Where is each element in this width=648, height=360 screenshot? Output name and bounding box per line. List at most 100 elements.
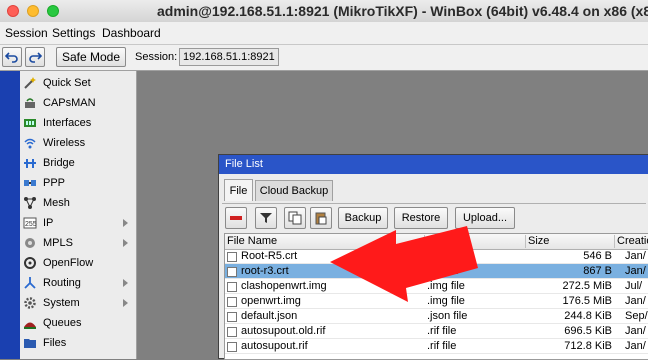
- sidebar-item-routing[interactable]: Routing: [20, 273, 136, 293]
- table-row[interactable]: autosupout.old.rif .rif file 696.5 KiB Jan/: [225, 324, 648, 339]
- redo-button[interactable]: [25, 47, 45, 67]
- cell-size: 712.8 KiB: [564, 340, 612, 352]
- file-list-toolbar: Backup Restore Upload...: [222, 203, 646, 232]
- sidebar-item-system[interactable]: System: [20, 293, 136, 313]
- session-field: 192.168.51.1:8921: [179, 48, 279, 66]
- table-row[interactable]: openwrt.img .img file 176.5 MiB Jan/: [225, 294, 648, 309]
- menu-bar: Session Settings Dashboard: [0, 22, 648, 45]
- sidebar-item-ip[interactable]: 255 IP: [20, 213, 136, 233]
- cell-file-name: autosupout.old.rif: [225, 325, 425, 338]
- minimize-window-button[interactable]: [27, 5, 39, 17]
- sidebar-item-wireless[interactable]: Wireless: [20, 133, 136, 153]
- sidebar-item-label: OpenFlow: [43, 257, 94, 269]
- cell-file-name: openwrt.img: [225, 295, 425, 308]
- sidebar-item-bridge[interactable]: Bridge: [20, 153, 136, 173]
- sidebar-item-label: System: [43, 297, 80, 309]
- sidebar-item-mesh[interactable]: Mesh: [20, 193, 136, 213]
- file-name-text: autosupout.rif: [241, 340, 308, 352]
- column-creation-time[interactable]: Creatio: [615, 235, 648, 248]
- menu-session[interactable]: Session: [5, 26, 48, 40]
- table-row[interactable]: default.json .json file 244.8 KiB Sep/: [225, 309, 648, 324]
- window-titlebar: admin@192.168.51.1:8921 (MikroTikXF) - W…: [0, 0, 648, 23]
- redo-icon: [29, 52, 42, 63]
- upload-button[interactable]: Upload...: [455, 207, 515, 229]
- cell-creation-time: Jul/: [625, 280, 643, 292]
- sidebar-menu: Quick Set CAPsMAN Interfaces Wireless Br…: [20, 71, 137, 359]
- sidebar-item-quick-set[interactable]: Quick Set: [20, 73, 136, 93]
- column-size[interactable]: Size: [526, 235, 615, 248]
- cell-type: .rif file: [427, 340, 457, 352]
- sidebar-item-label: Files: [43, 337, 67, 349]
- cell-file-name: default.json: [225, 310, 425, 323]
- cell-file-name: root-r3.crt: [225, 265, 425, 278]
- sidebar-item-queues[interactable]: Queues: [20, 313, 136, 333]
- file-icon: [227, 297, 237, 307]
- cell-size: 867 B: [583, 265, 612, 277]
- sidebar-item-label: Mesh: [43, 197, 70, 209]
- column-file-name[interactable]: File Name: [225, 235, 425, 248]
- queues-icon: [24, 322, 36, 329]
- sidebar-item-interfaces[interactable]: Interfaces: [20, 113, 136, 133]
- openflow-icon: [24, 257, 36, 269]
- cell-creation-time: Sep/: [625, 310, 648, 322]
- cell-type: .img file: [427, 280, 465, 292]
- table-row[interactable]: root-r3.crt .crt file 867 B Jan/: [225, 264, 648, 279]
- tab-file[interactable]: File: [224, 179, 253, 201]
- file-name-text: clashopenwrt.img: [241, 280, 327, 292]
- safe-mode-button[interactable]: Safe Mode: [56, 47, 126, 67]
- table-row[interactable]: autosupout.rif .rif file 712.8 KiB Jan/: [225, 339, 648, 354]
- sidebar-item-label: CAPsMAN: [43, 97, 96, 109]
- sidebar-item-label: Quick Set: [43, 77, 91, 89]
- file-name-text: autosupout.old.rif: [241, 325, 326, 337]
- table-header: File Name Type Size Creatio: [225, 234, 648, 250]
- submenu-arrow-icon: [123, 239, 128, 247]
- close-window-button[interactable]: [7, 5, 19, 17]
- paste-button[interactable]: [310, 207, 332, 229]
- file-table: File Name Type Size Creatio Root-R5.crt.…: [224, 233, 648, 360]
- remove-button[interactable]: [225, 207, 247, 229]
- sidebar-item-ppp[interactable]: PPP: [20, 173, 136, 193]
- file-name-text: default.json: [241, 310, 298, 322]
- winbox-side-strip: [0, 71, 20, 359]
- file-icon: [227, 342, 237, 352]
- file-icon: [227, 282, 237, 292]
- sidebar-item-label: Bridge: [43, 157, 75, 169]
- session-label: Session:: [135, 51, 178, 63]
- table-row[interactable]: clashopenwrt.img .img file 272.5 MiB Jul/: [225, 279, 648, 294]
- file-list-window[interactable]: File List File Cloud Backup Backup Resto…: [218, 154, 648, 360]
- cell-size: 696.5 KiB: [564, 325, 612, 337]
- cell-type: .crt file: [427, 250, 460, 262]
- menu-dashboard[interactable]: Dashboard: [102, 26, 161, 40]
- cell-file-name: Root-R5.crt: [225, 250, 425, 263]
- file-list-titlebar[interactable]: File List: [219, 155, 648, 174]
- cell-type: .crt file: [427, 265, 460, 277]
- tab-cloud-backup[interactable]: Cloud Backup: [255, 180, 333, 201]
- main-toolbar: Safe Mode Session: 192.168.51.1:8921: [0, 45, 648, 71]
- mesh-icon: [24, 197, 36, 209]
- submenu-arrow-icon: [123, 279, 128, 287]
- restore-button[interactable]: Restore: [394, 207, 448, 229]
- submenu-arrow-icon: [123, 299, 128, 307]
- file-icon: [227, 267, 237, 277]
- menu-settings[interactable]: Settings: [52, 26, 95, 40]
- backup-button[interactable]: Backup: [338, 207, 388, 229]
- sidebar-item-capsman[interactable]: CAPsMAN: [20, 93, 136, 113]
- cell-creation-time: Jan/: [625, 340, 646, 352]
- remove-icon: [230, 216, 242, 220]
- copy-icon: [288, 211, 302, 225]
- undo-button[interactable]: [2, 47, 22, 67]
- cell-size: 272.5 MiB: [562, 280, 612, 292]
- sidebar-item-openflow[interactable]: OpenFlow: [20, 253, 136, 273]
- filter-button[interactable]: [255, 207, 277, 229]
- sidebar-item-label: Queues: [43, 317, 82, 329]
- maximize-window-button[interactable]: [47, 5, 59, 17]
- cell-creation-time: Jan/: [625, 265, 646, 277]
- sidebar-item-mpls[interactable]: MPLS: [20, 233, 136, 253]
- svg-text:255: 255: [25, 221, 37, 228]
- wand-icon: [24, 77, 36, 89]
- sidebar-item-files[interactable]: Files: [20, 333, 136, 353]
- column-type[interactable]: Type: [425, 235, 526, 248]
- copy-button[interactable]: [284, 207, 306, 229]
- cell-size: 176.5 MiB: [562, 295, 612, 307]
- table-row[interactable]: Root-R5.crt .crt file 546 B Jan/: [225, 249, 648, 264]
